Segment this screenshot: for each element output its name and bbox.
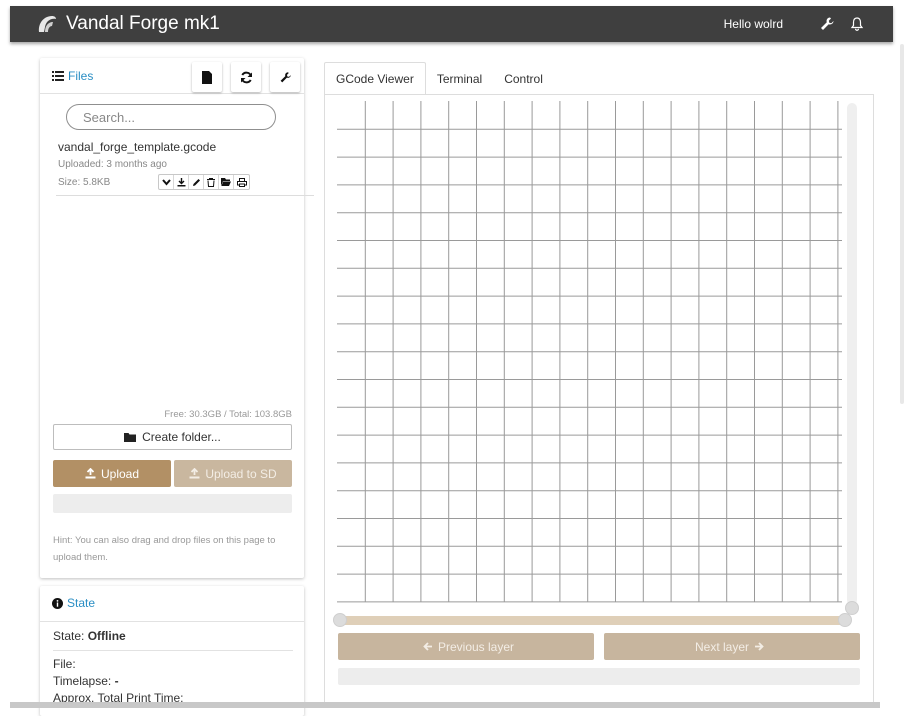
upload-icon [85, 468, 96, 479]
upload-label: Upload [100, 466, 140, 481]
layer-slider-end-handle[interactable] [838, 613, 852, 627]
file-action-group [158, 174, 250, 190]
previous-layer-button[interactable]: Previous layer [338, 633, 594, 660]
download-icon [177, 177, 185, 186]
list-icon [52, 71, 64, 81]
file-search-input[interactable] [66, 104, 276, 130]
files-title: Files [68, 69, 94, 83]
upload-button[interactable]: Upload [53, 460, 171, 487]
brand[interactable]: Vandal Forge mk1 [36, 10, 220, 38]
browser-frame: Vandal Forge mk1 Hello wolrd Files Searc… [0, 0, 905, 716]
storage-info: Free: 30.3GB / Total: 103.8GB [164, 409, 292, 420]
next-layer-button[interactable]: Next layer [604, 633, 860, 660]
file-row: File: [53, 657, 76, 671]
upload-hint: Hint: You can also drag and drop files o… [53, 535, 276, 563]
bell-icon[interactable] [849, 16, 865, 32]
settings-button[interactable] [270, 62, 300, 92]
next-layer-label: Next layer [694, 639, 750, 654]
state-panel: State State: Offline File: Timelapse: - … [40, 586, 304, 716]
wrench-icon [280, 71, 291, 82]
upload-sd-label: Upload to SD [205, 466, 277, 481]
app-title: Vandal Forge mk1 [66, 13, 220, 34]
file-label: File: [53, 657, 76, 671]
load-button[interactable] [219, 175, 234, 189]
state-divider [53, 650, 293, 651]
files-panel-header: Files [40, 58, 304, 94]
tab-gcode-viewer[interactable]: GCode Viewer [324, 62, 426, 95]
refresh-icon [240, 71, 252, 83]
file-name[interactable]: vandal_forge_template.gcode [58, 140, 216, 154]
tab-control[interactable]: Control [493, 62, 554, 95]
state-title: State [67, 596, 96, 610]
file-size: Size: 5.8KB [58, 177, 111, 188]
file-icon [202, 70, 212, 84]
state-title-link[interactable]: State [52, 596, 95, 610]
info-circle-icon [52, 597, 63, 609]
download-button[interactable] [174, 175, 189, 189]
wrench-icon[interactable] [819, 16, 835, 32]
layer-slider-start-handle[interactable] [333, 613, 347, 627]
layer-slider-track[interactable] [340, 616, 851, 625]
chevron-down-icon [161, 178, 171, 186]
new-file-button[interactable] [192, 62, 222, 92]
upload-progress-bar [53, 494, 292, 513]
file-uploaded: Uploaded: 3 months ago [58, 159, 167, 170]
printer-icon [236, 177, 247, 187]
page-vertical-scrollbar[interactable] [900, 44, 904, 404]
create-folder-button[interactable]: Create folder... [53, 424, 292, 450]
expand-button[interactable] [159, 175, 174, 189]
upload-sd-button[interactable]: Upload to SD [174, 460, 292, 487]
timelapse-row: Timelapse: - [53, 674, 119, 688]
state-row: State: Offline [53, 629, 126, 643]
timelapse-value: - [114, 674, 119, 688]
trash-icon [207, 177, 215, 187]
upload-icon [189, 468, 200, 479]
arrow-left-icon [423, 642, 432, 651]
octoprint-logo-icon [38, 16, 56, 32]
gcode-canvas[interactable] [337, 101, 845, 605]
tab-terminal[interactable]: Terminal [426, 62, 493, 95]
delete-button[interactable] [204, 175, 219, 189]
state-value: Offline [87, 629, 126, 643]
previous-layer-label: Previous layer [437, 639, 515, 654]
folder-icon [124, 432, 137, 442]
zoom-slider-track[interactable] [847, 103, 857, 605]
user-greeting[interactable]: Hello wolrd [724, 17, 783, 31]
timelapse-label: Timelapse: [53, 674, 112, 688]
main-tabs: GCode Viewer Terminal Control [324, 62, 554, 95]
files-title-link[interactable]: Files [52, 69, 93, 83]
refresh-button[interactable] [231, 62, 261, 92]
top-navbar: Vandal Forge mk1 Hello wolrd [10, 6, 893, 42]
state-panel-header: State [40, 586, 304, 622]
print-button[interactable] [234, 175, 249, 189]
file-divider [56, 195, 314, 196]
files-panel: Files vandal_forge_template.gcode Upload… [40, 58, 314, 578]
arrow-right-icon [755, 642, 764, 651]
gcode-progress-bar [338, 668, 860, 685]
create-folder-label: Create folder... [142, 430, 221, 444]
pencil-icon [192, 178, 200, 186]
page-horizontal-scrollbar[interactable] [10, 702, 880, 708]
edit-button[interactable] [189, 175, 204, 189]
state-label: State: [53, 629, 85, 643]
folder-open-icon [221, 178, 231, 186]
navbar-right: Hello wolrd [724, 6, 865, 42]
